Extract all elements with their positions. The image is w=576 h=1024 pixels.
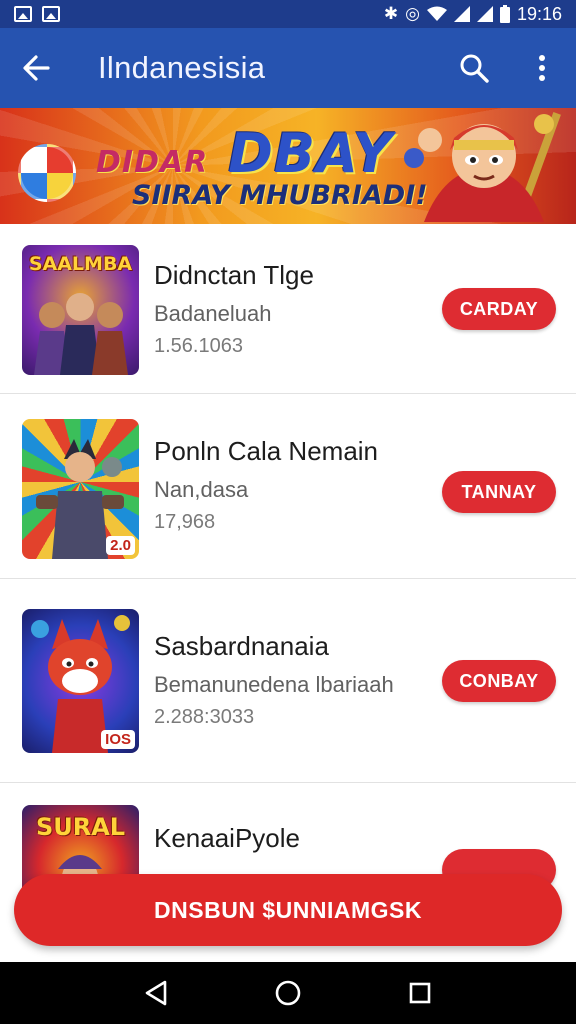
gallery-notification-icon <box>42 6 60 22</box>
item-title: Didnctan Tlge <box>154 260 314 290</box>
list-item[interactable]: IOS Sasbardnanaia Bemanunedena lbariaah … <box>0 579 576 783</box>
hero-character-illustration <box>404 112 561 222</box>
primary-cta-button[interactable]: DNSBUN $UNNIAMGSK <box>14 874 562 946</box>
heroes-artwork <box>34 293 128 375</box>
app-bar: Ilndanesisia <box>0 28 576 108</box>
square-recents-icon <box>409 982 431 1004</box>
banner-title: DIDAR DBAY <box>96 122 393 185</box>
status-bar: ✱ ◎ 19:16 <box>0 0 576 28</box>
item-meta: 1.56.1063 <box>154 335 243 357</box>
system-nav-bar <box>0 962 576 1024</box>
item-info: Sasbardnanaia Bemanunedena lbariaah 2.28… <box>154 631 394 729</box>
item-meta: 2.288:3033 <box>154 706 255 728</box>
list-item[interactable]: SAALMBA Didnctan Tlge Badaneluah 1.56.10… <box>0 224 576 394</box>
thumbnail-badge: 2.0 <box>106 536 135 555</box>
more-vert-icon <box>539 55 545 81</box>
page-title: Ilndanesisia <box>98 50 266 85</box>
image-notification-icon <box>14 6 32 22</box>
system-status: ✱ ◎ 19:16 <box>384 4 562 25</box>
notification-icons <box>14 6 60 22</box>
item-subtitle: Bemanunedena lbariaah <box>154 672 394 697</box>
bluetooth-icon: ✱ <box>383 4 399 23</box>
item-meta: 17,968 <box>154 511 216 533</box>
app-thumbnail: 2.0 <box>22 419 139 559</box>
promo-banner[interactable]: DIDAR DBAY SIIRAY MHUBRIADI! <box>0 108 576 224</box>
list-item[interactable]: 2.0 Ponln Cala Nemain Nan,dasa 17,968 TA… <box>0 394 576 579</box>
item-action-button[interactable]: CONBAY <box>442 660 556 702</box>
banner-title-main: DBAY <box>228 122 393 185</box>
item-title: Sasbardnanaia <box>154 631 329 661</box>
nav-recents-button[interactable] <box>390 963 450 1023</box>
clock: 19:16 <box>516 3 562 24</box>
app-actions <box>440 28 576 108</box>
item-title: Ponln Cala Nemain <box>154 436 379 466</box>
circle-home-icon <box>275 980 301 1006</box>
triangle-back-icon <box>145 980 167 1006</box>
thumbnail-badge: IOS <box>101 730 135 749</box>
item-title: KenaaiPyole <box>154 823 300 853</box>
app-thumbnail: SAALMBA <box>22 245 139 375</box>
back-arrow-icon <box>23 55 50 81</box>
app-thumbnail: IOS <box>22 609 139 753</box>
item-info: Ponln Cala Nemain Nan,dasa 17,968 <box>154 436 378 534</box>
app-list: SAALMBA Didnctan Tlge Badaneluah 1.56.10… <box>0 224 576 905</box>
search-icon <box>460 54 489 83</box>
nav-back-button[interactable] <box>126 963 186 1023</box>
battery-icon <box>499 5 510 23</box>
item-info: KenaaiPyole <box>154 823 300 854</box>
screen: ✱ ◎ 19:16 Ilndanesisia DIDAR DBAY SIIRAY… <box>0 0 576 1024</box>
data-saver-icon: ◎ <box>405 4 420 23</box>
banner-prefix: DIDAR <box>96 145 209 180</box>
item-subtitle: Badaneluah <box>154 301 272 326</box>
signal-icon <box>453 6 470 22</box>
item-action-button[interactable]: CARDAY <box>442 288 556 330</box>
beach-ball-icon <box>18 144 76 202</box>
item-action-button[interactable]: TANNAY <box>442 471 556 513</box>
nav-home-button[interactable] <box>258 963 318 1023</box>
wifi-icon <box>426 6 447 21</box>
item-info: Didnctan Tlge Badaneluah 1.56.1063 <box>154 260 314 358</box>
item-subtitle: Nan,dasa <box>154 477 249 502</box>
back-button[interactable] <box>0 28 72 108</box>
more-options-button[interactable] <box>508 28 576 108</box>
search-button[interactable] <box>440 28 508 108</box>
signal-icon <box>476 6 493 22</box>
